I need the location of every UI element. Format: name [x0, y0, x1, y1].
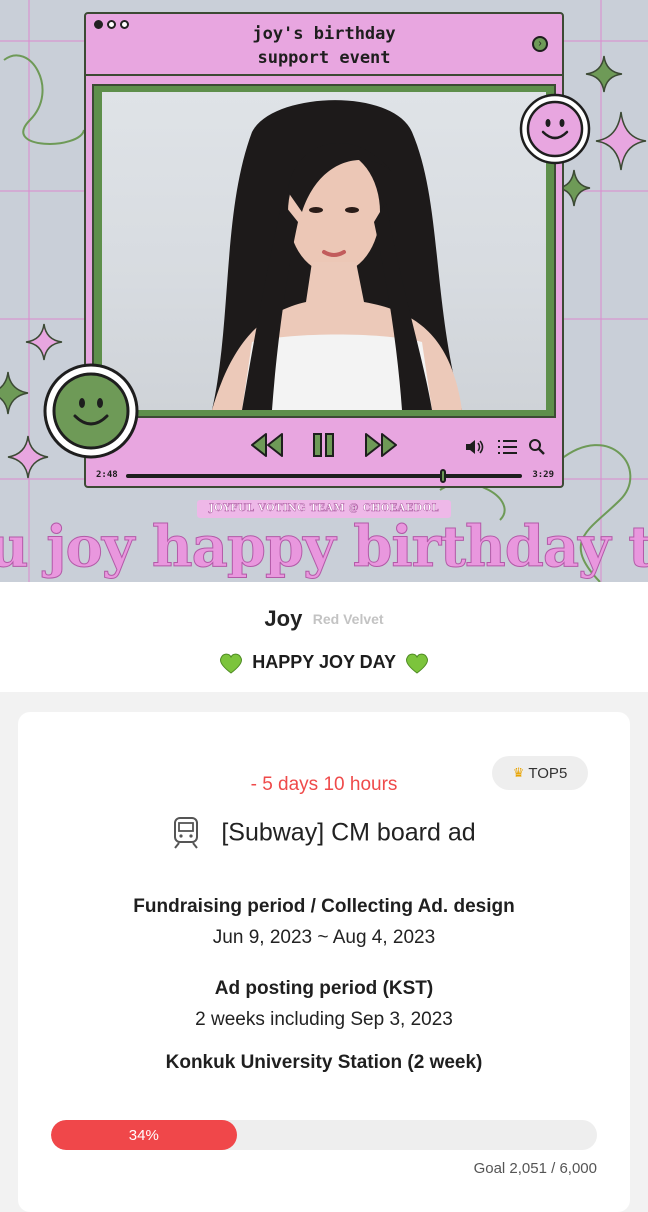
player-title-line2: support event — [257, 48, 391, 68]
chevron-right-icon: › — [532, 36, 548, 52]
green-heart-icon — [220, 653, 243, 674]
sparkle-icon — [0, 371, 29, 415]
player-titlebar: joy's birthday support event › — [86, 14, 562, 76]
artist-name[interactable]: Joy — [264, 606, 302, 631]
player-controls: 2:48 3:29 — [86, 422, 562, 486]
volume-icon[interactable] — [464, 438, 486, 464]
rewind-icon[interactable] — [250, 432, 284, 458]
artist-info: Joy Red Velvet HAPPY JOY DAY — [0, 582, 648, 692]
subway-train-icon — [174, 817, 199, 849]
headline-text: HAPPY JOY DAY — [252, 652, 396, 672]
pink-smiley-icon — [519, 93, 591, 165]
sparkle-icon — [595, 111, 647, 171]
progress-track[interactable] — [126, 469, 522, 483]
artist-row: Joy Red Velvet — [0, 606, 648, 632]
green-smiley-icon — [43, 363, 139, 459]
time-elapsed: 2:48 — [96, 470, 118, 480]
rank-label: TOP5 — [528, 764, 568, 782]
posting-label: Ad posting period (KST) — [214, 978, 434, 999]
crown-icon: ♛ — [512, 765, 525, 780]
event-headline: HAPPY JOY DAY — [0, 652, 648, 674]
rank-badge: ♛ TOP5 — [492, 756, 588, 790]
player-title: joy's birthday support event — [86, 22, 562, 70]
sparkle-icon — [25, 323, 63, 361]
photo-frame — [92, 84, 556, 418]
time-total: 3:29 — [532, 470, 554, 480]
player-title-line1: joy's birthday — [252, 24, 396, 44]
fundraising-value: Jun 9, 2023 ~ Aug 4, 2023 — [212, 927, 436, 948]
artist-group[interactable]: Red Velvet — [313, 611, 384, 627]
birthday-marquee: u joy happy birthday to yo — [0, 514, 648, 581]
funding-progress-bar: 34% — [51, 1120, 597, 1150]
pause-icon[interactable] — [312, 432, 336, 458]
ad-location: Konkuk University Station (2 week) — [165, 1052, 483, 1073]
event-banner[interactable]: joy's birthday support event › 2:48 3:29… — [0, 0, 648, 582]
green-heart-icon — [405, 653, 428, 674]
posting-value: 2 weeks including Sep 3, 2023 — [195, 1009, 453, 1030]
goal-text: Goal 2,051 / 6,000 — [473, 1160, 597, 1177]
fast-forward-icon[interactable] — [364, 432, 398, 458]
ad-title: [Subway] CM board ad — [18, 816, 630, 850]
portrait-illustration — [212, 100, 462, 410]
music-player-window: joy's birthday support event › 2:48 3:29 — [84, 12, 564, 488]
sparkle-icon — [585, 55, 623, 93]
playhead-knob[interactable] — [439, 469, 446, 483]
funding-progress-label: 34% — [128, 1126, 159, 1144]
fundraising-label: Fundraising period / Collecting Ad. desi… — [133, 896, 515, 917]
ad-title-text: [Subway] CM board ad — [221, 818, 476, 847]
event-card[interactable]: - 5 days 10 hours ♛ TOP5 [Subway] CM boa… — [18, 712, 630, 1212]
artist-photo — [102, 92, 546, 410]
search-icon[interactable] — [528, 438, 546, 464]
playlist-icon[interactable] — [498, 438, 518, 464]
